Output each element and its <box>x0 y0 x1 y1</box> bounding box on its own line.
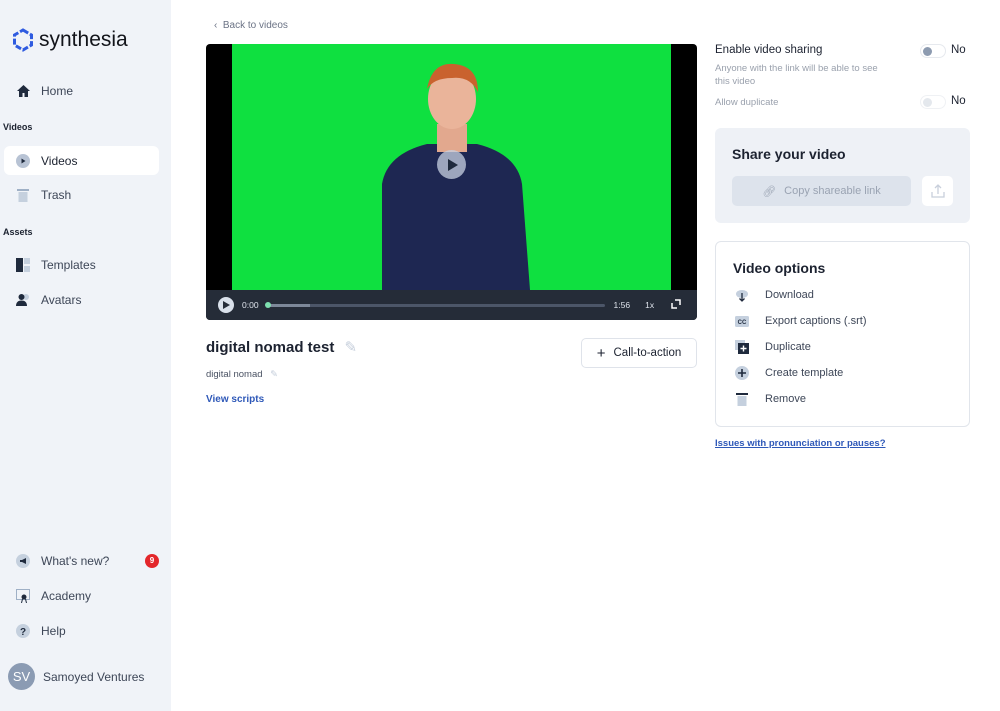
cta-label: Call-to-action <box>613 347 682 359</box>
brand-name: synthesia <box>39 28 128 51</box>
link-icon: 🔗︎ <box>762 185 777 198</box>
avatar: SV <box>8 663 35 690</box>
allow-duplicate-toggle[interactable] <box>920 95 946 109</box>
chevron-left-icon: ‹ <box>214 20 223 31</box>
current-time: 0:00 <box>242 300 259 310</box>
video-subtitle: digital nomad ✎ <box>206 369 278 380</box>
enable-sharing-toggle[interactable] <box>920 44 946 58</box>
user-name: Samoyed Ventures <box>43 669 145 684</box>
seek-handle[interactable] <box>264 301 271 308</box>
share-title: Share your video <box>732 146 846 162</box>
back-label: Back to videos <box>222 20 288 31</box>
play-icon <box>447 158 458 171</box>
option-label: Download <box>765 289 814 301</box>
cloud-download-icon <box>735 288 749 302</box>
plus-circle-icon <box>735 366 749 380</box>
sidebar-item-label: Home <box>41 83 74 98</box>
speed-button[interactable]: 1x <box>645 300 654 310</box>
call-to-action-button[interactable]: + Call-to-action <box>581 338 697 368</box>
play-circle-icon <box>15 153 31 169</box>
duration: 1:56 <box>613 300 631 310</box>
enable-sharing-value: No <box>951 44 966 56</box>
trash-icon <box>15 187 31 203</box>
video-subtitle-text: digital nomad <box>206 369 263 380</box>
copy-link-button[interactable]: 🔗︎ Copy shareable link <box>732 176 911 206</box>
video-title: digital nomad test ✎ <box>206 338 357 356</box>
view-scripts-link[interactable]: View scripts <box>206 394 264 405</box>
play-overlay-button[interactable] <box>437 150 466 179</box>
sidebar-item-trash[interactable]: Trash <box>4 180 159 209</box>
duplicate-icon <box>735 340 749 354</box>
sidebar-item-label: What's new? <box>41 553 110 568</box>
sharing-help-text: Anyone with the link will be able to see… <box>715 63 878 87</box>
trash-icon <box>735 392 749 406</box>
section-assets: Assets <box>3 227 33 237</box>
captions-icon: CC <box>735 314 749 328</box>
pronunciation-issues-link[interactable]: Issues with pronunciation or pauses? <box>715 438 886 449</box>
synthesia-logo[interactable]: synthesia <box>11 28 128 52</box>
fullscreen-icon[interactable] <box>671 299 681 311</box>
edit-title-icon[interactable]: ✎ <box>345 339 358 356</box>
allow-duplicate-label: Allow duplicate <box>715 97 779 108</box>
plus-icon: + <box>596 344 606 362</box>
video-title-text: digital nomad test <box>206 339 335 356</box>
buffered-bar <box>266 303 311 307</box>
sidebar: synthesia Home Videos Videos Trash Asset… <box>0 0 171 711</box>
section-videos: Videos <box>3 122 33 132</box>
play-button[interactable] <box>218 297 234 313</box>
back-to-videos-link[interactable]: ‹ Back to videos <box>214 20 288 31</box>
user-menu[interactable]: SV Samoyed Ventures <box>8 662 163 691</box>
avatars-icon <box>15 292 31 308</box>
option-duplicate[interactable]: Duplicate <box>735 340 811 354</box>
option-create-template[interactable]: Create template <box>735 366 843 380</box>
sidebar-item-whats-new[interactable]: What's new? 9 <box>4 546 159 575</box>
academy-icon <box>15 588 31 604</box>
enable-sharing-label: Enable video sharing <box>715 44 823 56</box>
notification-badge: 9 <box>145 553 159 568</box>
option-export-captions[interactable]: CC Export captions (.srt) <box>735 314 866 328</box>
sidebar-item-label: Avatars <box>41 292 82 307</box>
sidebar-item-label: Academy <box>41 588 92 603</box>
share-upload-button[interactable] <box>922 176 953 206</box>
option-download[interactable]: Download <box>735 288 814 302</box>
play-icon <box>222 301 230 309</box>
player-controls: 0:00 1:56 1x <box>206 290 697 320</box>
option-label: Duplicate <box>765 341 811 353</box>
option-remove[interactable]: Remove <box>735 392 806 406</box>
sidebar-item-videos[interactable]: Videos <box>4 146 159 175</box>
seek-bar[interactable] <box>264 301 605 308</box>
option-label: Export captions (.srt) <box>765 315 867 327</box>
svg-text:?: ? <box>20 627 26 638</box>
upload-icon <box>930 184 945 198</box>
help-icon: ? <box>15 623 31 639</box>
video-options-title: Video options <box>733 260 826 276</box>
megaphone-icon <box>15 553 31 569</box>
option-label: Create template <box>765 367 844 379</box>
video-options-panel: Video options Download CC Export captions… <box>715 241 970 427</box>
share-panel: Share your video 🔗︎ Copy shareable link <box>715 128 970 223</box>
synthesia-logo-icon <box>13 28 33 52</box>
edit-subtitle-icon[interactable]: ✎ <box>270 369 278 380</box>
allow-duplicate-value: No <box>951 95 966 107</box>
home-icon <box>15 83 31 99</box>
templates-icon <box>15 257 31 273</box>
sidebar-item-label: Trash <box>41 187 72 202</box>
sidebar-item-home[interactable]: Home <box>4 76 159 105</box>
sidebar-item-label: Templates <box>41 257 96 272</box>
option-label: Remove <box>765 393 806 405</box>
sidebar-item-templates[interactable]: Templates <box>4 250 159 279</box>
sidebar-item-avatars[interactable]: Avatars <box>4 285 159 314</box>
sidebar-item-label: Videos <box>41 153 78 168</box>
sidebar-item-help[interactable]: ? Help <box>4 616 159 645</box>
video-player[interactable]: 0:00 1:56 1x <box>206 44 697 320</box>
sidebar-item-academy[interactable]: Academy <box>4 581 159 610</box>
sidebar-item-label: Help <box>41 623 66 638</box>
copy-link-label: Copy shareable link <box>784 185 881 197</box>
svg-text:CC: CC <box>738 320 747 326</box>
